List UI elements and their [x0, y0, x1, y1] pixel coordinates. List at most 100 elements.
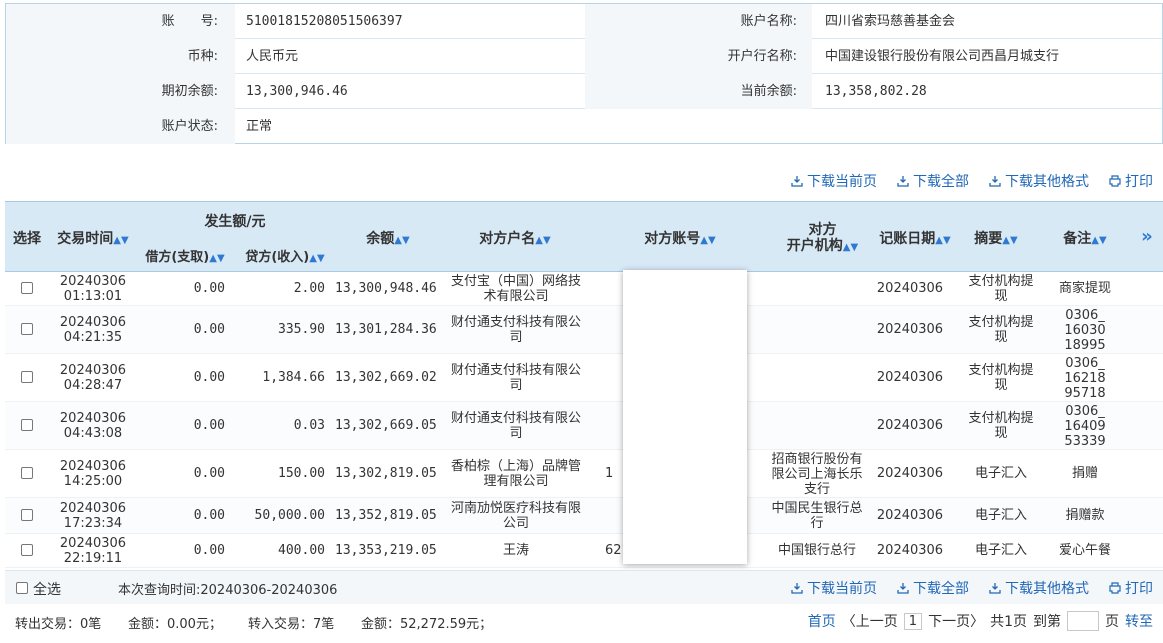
cell-party-bank: 中国民生银行总行 — [771, 501, 863, 531]
header-party-name[interactable]: 对方户名▲▼ — [445, 228, 585, 248]
info-row-balance: 期初余额: 13,300,946.46 当前余额: 13,358,802.28 — [6, 74, 1162, 109]
header-party-bank[interactable]: 对方 开户机构▲▼ — [770, 222, 875, 256]
cell-balance: 13,302,819.05 — [335, 466, 437, 481]
header-credit[interactable]: 贷方(收入)▲▼ — [235, 246, 335, 265]
cell-credit: 50,000.00 — [254, 508, 325, 523]
currency-label: 币种: — [187, 49, 218, 64]
next-page-link[interactable]: 下一页〉 — [928, 611, 984, 631]
header-summary[interactable]: 摘要▲▼ — [961, 228, 1031, 248]
download-all-link-bottom[interactable]: 下载全部 — [897, 578, 969, 598]
sort-icon: ▲▼ — [842, 242, 859, 253]
account-name-value: 四川省索玛慈善基金会 — [825, 14, 956, 29]
table-row[interactable]: 20240306 04:21:35 0.00 335.90 13,301,284.36… — [5, 306, 1163, 354]
download-other-link-bottom[interactable]: 下载其他格式 — [989, 578, 1089, 598]
cell-credit: 1,384.66 — [262, 370, 325, 385]
cell-party-name: 财付通支付科技有限公司 — [450, 411, 581, 441]
cell-debit: 0.00 — [193, 281, 225, 296]
select-all-checkbox[interactable] — [16, 582, 28, 594]
account-no-label: 账 号: — [161, 14, 218, 29]
account-no-value: 51001815208051506397 — [246, 14, 403, 29]
cell-time: 20240306 04:28:47 — [59, 363, 127, 393]
table-header: 选择 交易时间▲▼ 发生额/元 借方(支取)▲▼ 贷方(收入)▲▼ 余额▲▼ 对… — [5, 201, 1163, 272]
table-row[interactable]: 20240306 14:25:00 0.00 150.00 13,302,819.05… — [5, 450, 1163, 498]
cell-balance: 13,302,669.05 — [335, 418, 437, 433]
bank-value: 中国建设银行股份有限公司西昌月城支行 — [825, 49, 1060, 64]
cell-post-date: 20240306 — [876, 281, 944, 296]
first-page-link[interactable]: 首页 — [808, 611, 836, 631]
cell-party-name: 支付宝（中国）网络技术有限公司 — [450, 274, 581, 304]
cell-time: 20240306 04:43:08 — [59, 411, 127, 441]
select-all-label: 全选 — [33, 582, 61, 598]
cell-time: 20240306 14:25:00 — [59, 459, 127, 489]
cell-post-date: 20240306 — [876, 370, 944, 385]
out-transactions: 转出交易：0笔 — [15, 617, 102, 632]
current-balance-label: 当前余额: — [740, 84, 797, 99]
current-balance-value: 13,358,802.28 — [825, 84, 927, 99]
cell-remark: 0306_ 16030 18995 — [1064, 308, 1106, 353]
page-unit-label: 页 — [1105, 614, 1119, 630]
cell-summary: 支付机构提现 — [968, 274, 1034, 304]
table-row[interactable]: 20240306 22:19:11 0.00 400.00 13,353,219.05… — [5, 534, 1163, 568]
prev-page-link[interactable]: 〈上一页 — [842, 611, 898, 631]
download-other-link[interactable]: 下载其他格式 — [989, 171, 1089, 191]
status-value: 正常 — [246, 119, 273, 134]
cell-summary: 电子汇入 — [974, 543, 1027, 558]
sort-icon: ▲▼ — [700, 235, 716, 246]
cell-party-name: 河南劢悦医疗科技有限公司 — [450, 501, 581, 531]
table-row[interactable]: 20240306 04:28:47 0.00 1,384.66 13,302,669.… — [5, 354, 1163, 402]
cell-debit: 0.00 — [193, 543, 225, 558]
header-remark[interactable]: 备注▲▼ — [1045, 228, 1125, 248]
redaction-overlay — [623, 270, 747, 564]
bottom-toolbar: 下载当前页 下载全部 下载其他格式 打印 — [791, 578, 1153, 598]
cell-party-name: 香柏棕（上海）品牌管理有限公司 — [450, 459, 581, 489]
download-icon — [989, 583, 1001, 594]
table-row[interactable]: 20240306 01:13:01 0.00 2.00 13,300,948.46 支付… — [5, 272, 1163, 306]
row-checkbox[interactable] — [21, 371, 33, 383]
total-pages: 共1页 — [990, 614, 1027, 630]
status-label: 账户状态: — [161, 119, 218, 134]
current-page[interactable]: 1 — [903, 612, 923, 630]
download-all-link[interactable]: 下载全部 — [897, 171, 969, 191]
opening-balance-label: 期初余额: — [161, 84, 218, 99]
sort-icon: ▲▼ — [1002, 235, 1018, 246]
print-link[interactable]: 打印 — [1109, 171, 1153, 191]
cell-remark: 0306_ 16218 95718 — [1064, 356, 1106, 401]
download-icon — [897, 583, 909, 594]
go-button[interactable]: 转至 — [1125, 611, 1153, 631]
cell-debit: 0.00 — [193, 508, 225, 523]
cell-summary: 电子汇入 — [974, 508, 1027, 523]
cell-remark: 捐赠款 — [1065, 508, 1105, 523]
cell-party-name: 财付通支付科技有限公司 — [450, 315, 581, 345]
header-select: 选择 — [13, 231, 41, 247]
header-debit[interactable]: 借方(支取)▲▼ — [135, 246, 235, 265]
more-columns-button[interactable]: » — [1133, 226, 1161, 247]
goto-page-input[interactable] — [1067, 611, 1099, 631]
header-amount-group: 发生额/元 — [204, 214, 266, 230]
info-row-currency: 币种: 人民币元 开户行名称: 中国建设银行股份有限公司西昌月城支行 — [6, 39, 1162, 74]
header-post-date[interactable]: 记账日期▲▼ — [875, 228, 955, 248]
row-checkbox[interactable] — [21, 544, 33, 556]
cell-summary: 支付机构提现 — [968, 363, 1034, 393]
row-checkbox[interactable] — [21, 419, 33, 431]
header-balance[interactable]: 余额▲▼ — [343, 228, 433, 248]
table-row[interactable]: 20240306 17:23:34 0.00 50,000.00 13,352,819… — [5, 498, 1163, 534]
cell-remark: 捐赠 — [1071, 466, 1098, 481]
row-checkbox[interactable] — [21, 323, 33, 335]
table-row[interactable]: 20240306 04:43:08 0.00 0.03 13,302,669.05 财付… — [5, 402, 1163, 450]
cell-party-bank: 中国银行总行 — [777, 543, 856, 558]
sort-icon: ▲▼ — [535, 235, 551, 246]
cell-balance: 13,352,819.05 — [335, 508, 437, 523]
header-party-account[interactable]: 对方账号▲▼ — [610, 228, 750, 248]
sort-icon: ▲▼ — [113, 235, 129, 246]
row-checkbox[interactable] — [21, 509, 33, 521]
download-page-link[interactable]: 下载当前页 — [791, 171, 877, 191]
row-checkbox[interactable] — [21, 467, 33, 479]
header-time[interactable]: 交易时间▲▼ — [53, 228, 133, 248]
print-link-bottom[interactable]: 打印 — [1109, 578, 1153, 598]
cell-summary: 电子汇入 — [974, 466, 1027, 481]
cell-credit: 150.00 — [278, 466, 325, 481]
row-checkbox[interactable] — [21, 282, 33, 294]
download-page-link-bottom[interactable]: 下载当前页 — [791, 578, 877, 598]
download-icon — [989, 176, 1001, 187]
in-amount: 金额：52,272.59元； — [361, 617, 493, 632]
